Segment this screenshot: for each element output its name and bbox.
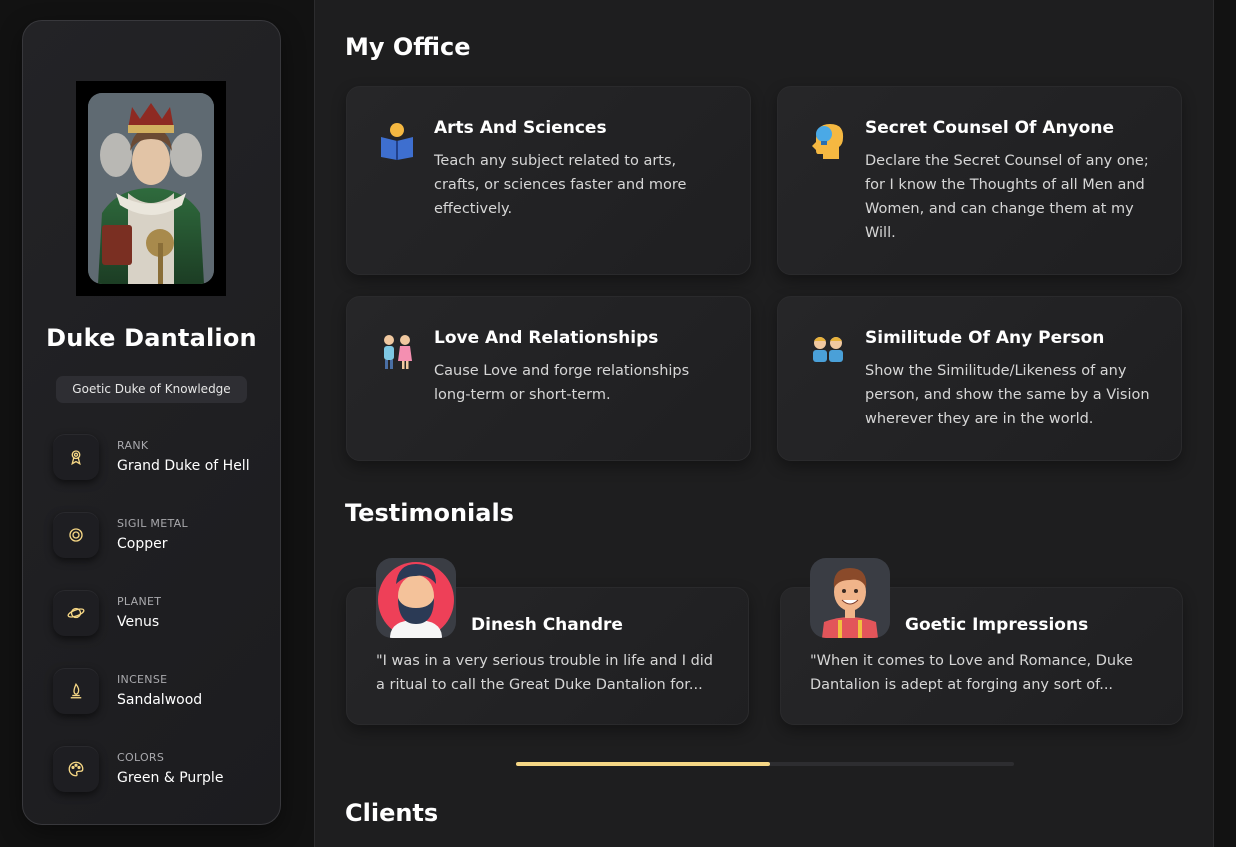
main-content: My Office Arts And Sciences Teach any su… bbox=[314, 0, 1214, 847]
info-item-planet: PLANET Venus bbox=[53, 590, 273, 638]
avatar bbox=[810, 558, 890, 638]
info-label: PLANET bbox=[117, 595, 162, 608]
service-description: Teach any subject related to arts, craft… bbox=[434, 153, 687, 217]
planet-icon bbox=[53, 590, 99, 636]
service-card-love: Love And Relationships Cause Love and fo… bbox=[346, 296, 751, 461]
info-item-incense: INCENSE Sandalwood bbox=[53, 668, 273, 716]
testimonials-section-title: Testimonials bbox=[345, 499, 514, 527]
clients-section-title: Clients bbox=[345, 799, 439, 827]
testimonial-scrollbar[interactable] bbox=[516, 762, 1014, 766]
service-card-arts: Arts And Sciences Teach any subject rela… bbox=[346, 86, 751, 275]
testimonial-author: Goetic Impressions bbox=[905, 615, 1089, 635]
info-value: Sandalwood bbox=[117, 692, 203, 708]
palette-icon bbox=[53, 746, 99, 792]
testimonial-card[interactable]: Dinesh Chandre "I was in a very serious … bbox=[346, 558, 749, 725]
profile-sidebar: Duke Dantalion Goetic Duke of Knowledge … bbox=[22, 20, 281, 825]
service-title: Arts And Sciences bbox=[434, 118, 607, 138]
reading-book-icon bbox=[377, 121, 417, 161]
service-card-similitude: Similitude Of Any Person Show the Simili… bbox=[777, 296, 1182, 461]
service-title: Secret Counsel Of Anyone bbox=[865, 118, 1114, 138]
testimonial-author: Dinesh Chandre bbox=[471, 615, 623, 635]
service-title: Similitude Of Any Person bbox=[865, 328, 1105, 348]
award-icon bbox=[53, 434, 99, 480]
info-item-rank: RANK Grand Duke of Hell bbox=[53, 434, 273, 482]
portrait-frame bbox=[76, 81, 226, 296]
info-label: SIGIL METAL bbox=[117, 517, 188, 530]
info-item-sigil-metal: SIGIL METAL Copper bbox=[53, 512, 273, 560]
info-value: Grand Duke of Hell bbox=[117, 458, 250, 474]
avatar bbox=[376, 558, 456, 638]
info-value: Green & Purple bbox=[117, 770, 224, 786]
flame-icon bbox=[53, 668, 99, 714]
testimonial-card[interactable]: Goetic Impressions "When it comes to Lov… bbox=[780, 558, 1183, 725]
office-section-title: My Office bbox=[345, 33, 471, 61]
testimonial-quote: "I was in a very serious trouble in life… bbox=[376, 653, 714, 693]
testimonial-quote: "When it comes to Love and Romance, Duke… bbox=[810, 653, 1133, 693]
service-card-secret-counsel: Secret Counsel Of Anyone Declare the Sec… bbox=[777, 86, 1182, 275]
service-description: Show the Similitude/Likeness of any pers… bbox=[865, 363, 1150, 427]
info-label: RANK bbox=[117, 439, 149, 452]
info-item-colors: COLORS Green & Purple bbox=[53, 746, 273, 794]
couple-icon bbox=[377, 331, 417, 371]
twins-icon bbox=[808, 331, 848, 371]
service-title: Love And Relationships bbox=[434, 328, 659, 348]
info-value: Copper bbox=[117, 536, 168, 552]
service-description: Declare the Secret Counsel of any one; f… bbox=[865, 153, 1149, 241]
disc-icon bbox=[53, 512, 99, 558]
head-idea-icon bbox=[808, 121, 848, 161]
duke-portrait-image bbox=[88, 93, 214, 284]
info-value: Venus bbox=[117, 614, 160, 630]
profile-name: Duke Dantalion bbox=[46, 324, 257, 352]
profile-title-badge: Goetic Duke of Knowledge bbox=[56, 376, 247, 403]
service-description: Cause Love and forge relationships long-… bbox=[434, 363, 690, 403]
testimonial-scrollbar-thumb[interactable] bbox=[516, 762, 770, 766]
info-label: COLORS bbox=[117, 751, 165, 764]
info-label: INCENSE bbox=[117, 673, 168, 686]
